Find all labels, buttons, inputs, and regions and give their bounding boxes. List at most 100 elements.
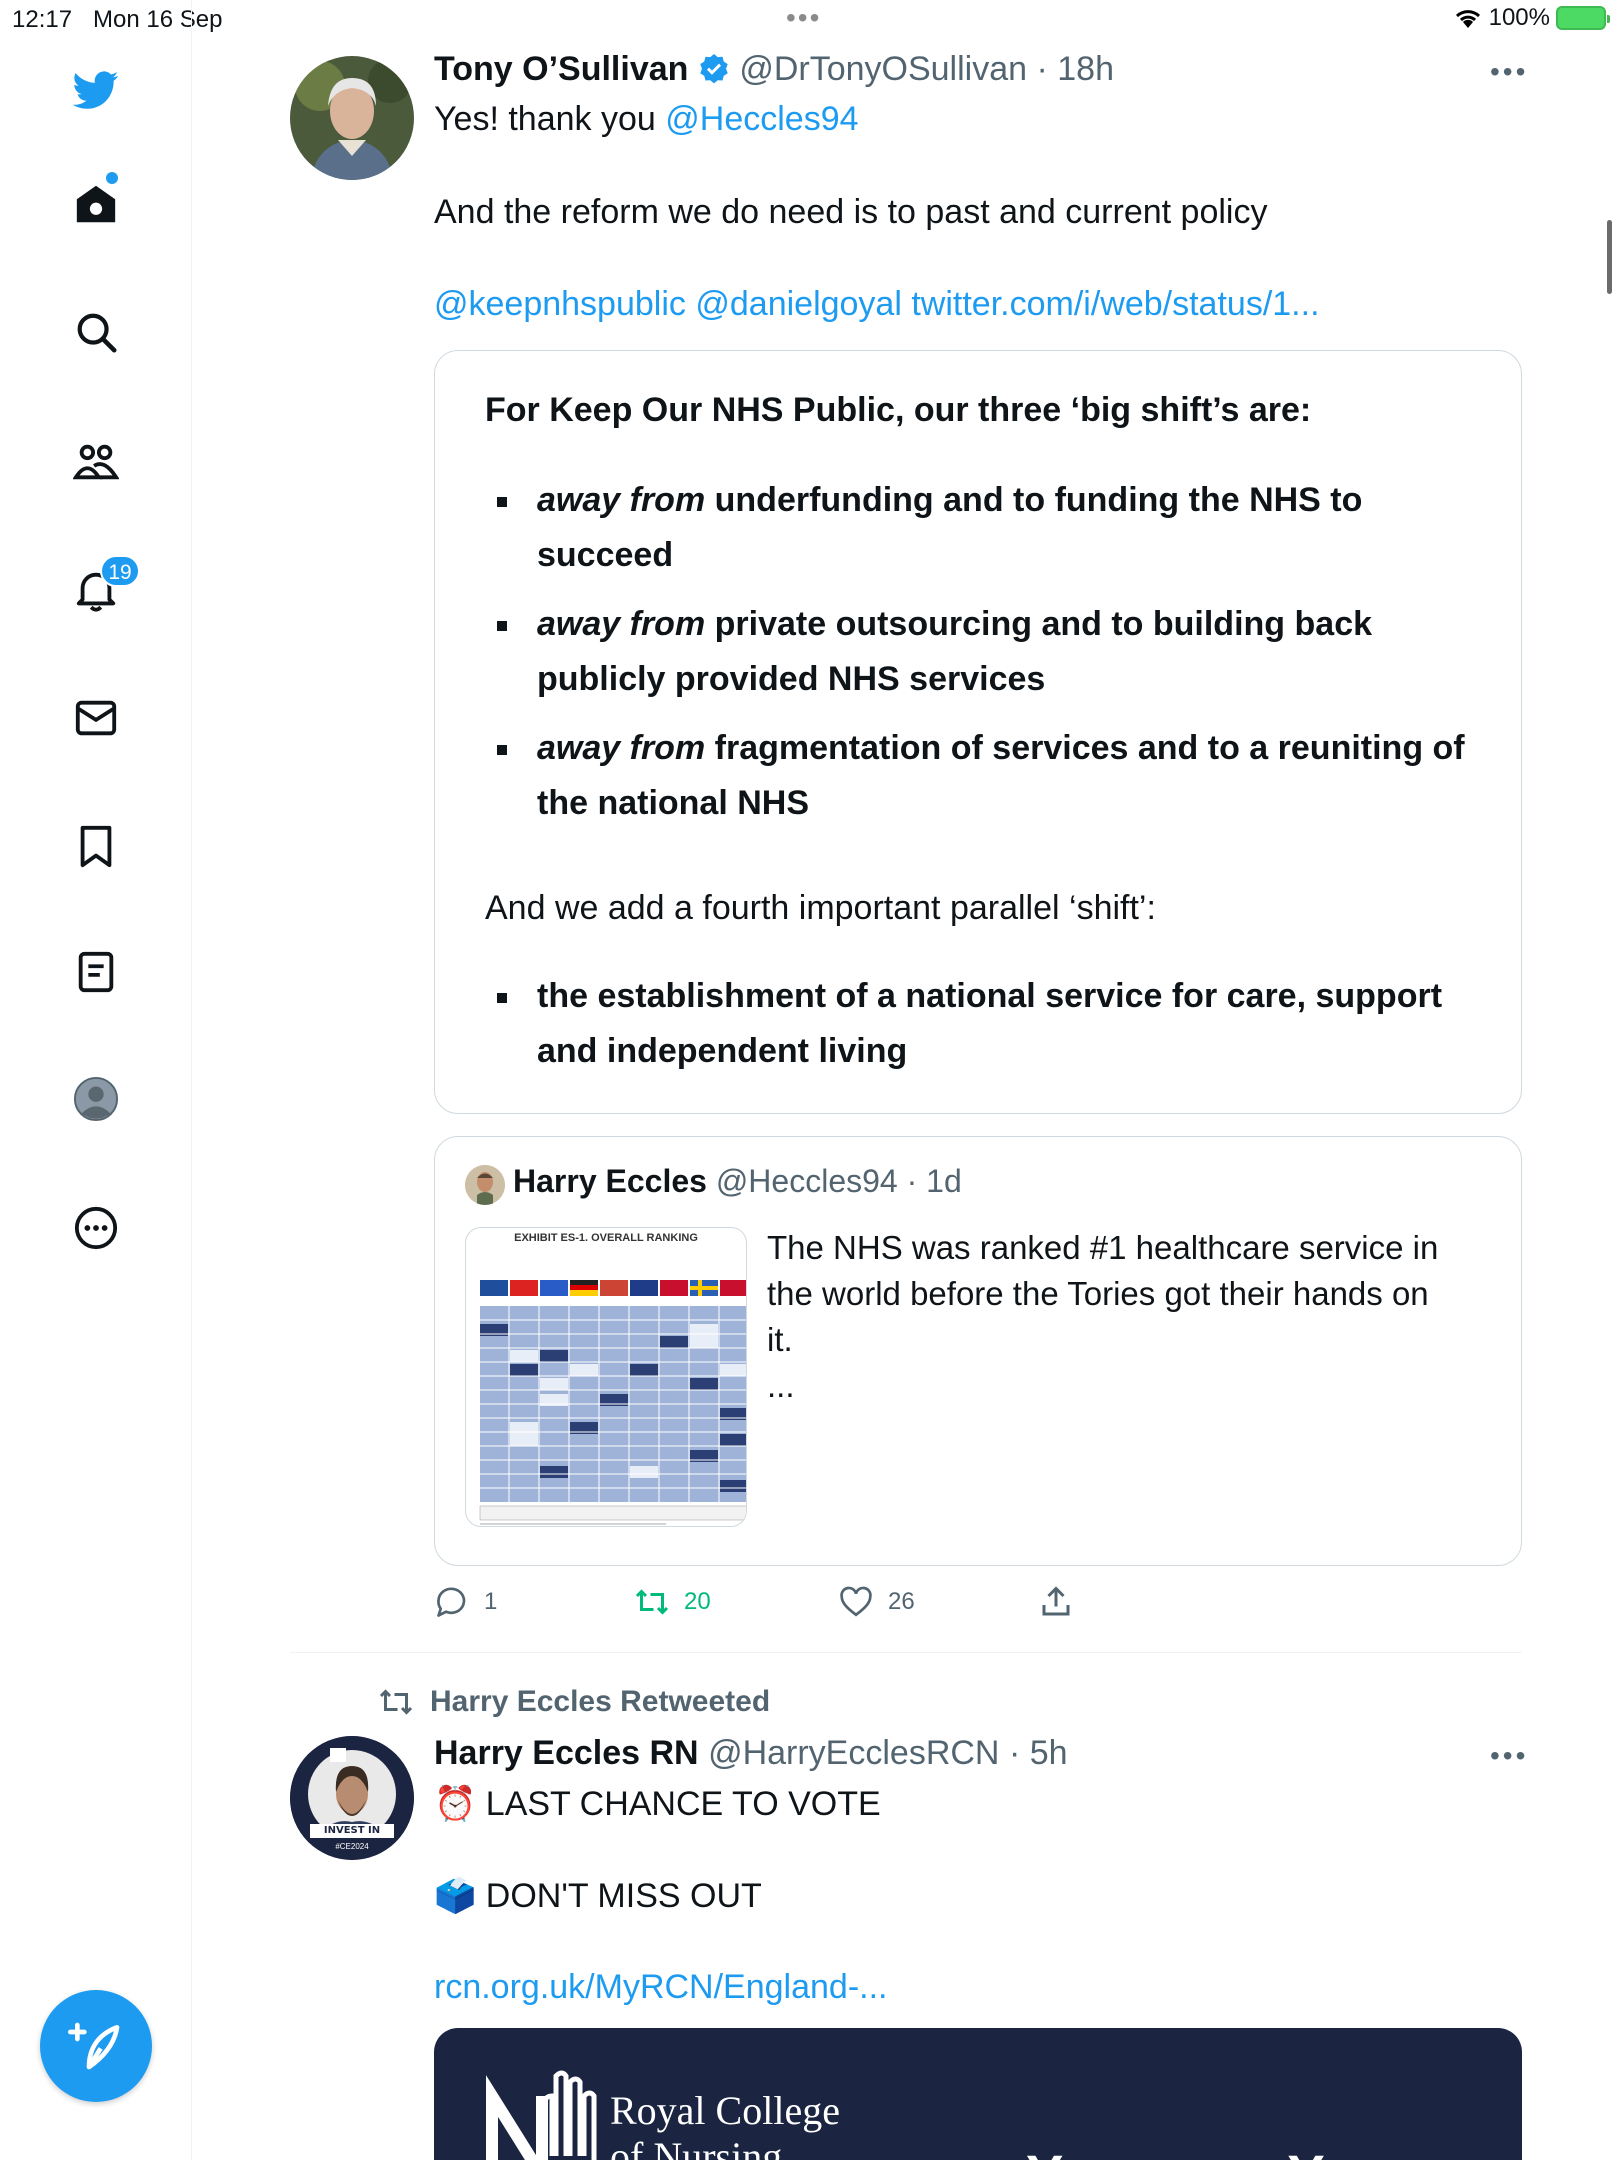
notifications-badge: 19 bbox=[100, 555, 140, 587]
quoted-text-line: it. bbox=[767, 1321, 793, 1358]
search-icon[interactable] bbox=[70, 306, 122, 358]
author-handle[interactable]: @DrTonyOSullivan bbox=[739, 50, 1027, 88]
reply-button[interactable]: 1 bbox=[434, 1584, 497, 1620]
retweeted-by-text: Harry Eccles Retweeted bbox=[430, 1685, 771, 1718]
bullet-text: the national NHS bbox=[537, 784, 810, 822]
quoted-time: · 1d bbox=[906, 1163, 962, 1199]
like-button[interactable]: 26 bbox=[838, 1584, 915, 1620]
like-count: 26 bbox=[888, 1588, 915, 1615]
retweet-button[interactable]: 20 bbox=[634, 1584, 711, 1620]
rcn-logo-icon bbox=[486, 2070, 597, 2160]
battery-icon bbox=[1556, 6, 1610, 30]
mention-link[interactable]: @Heccles94 bbox=[665, 100, 858, 138]
card-headline: Your pay. Your say. bbox=[1026, 2142, 1522, 2160]
tweet-header: Harry Eccles RN @HarryEcclesRCN · 5h bbox=[434, 1734, 1068, 1773]
twitter-logo-icon[interactable] bbox=[70, 64, 122, 116]
bullet-emphasis: away from bbox=[537, 729, 706, 767]
quoted-text-line: The NHS was ranked #1 healthcare service… bbox=[767, 1229, 1439, 1266]
scrollbar-thumb[interactable] bbox=[1607, 220, 1612, 294]
rcn-org-name: Royal College of Nursing bbox=[610, 2088, 840, 2160]
retweet-icon bbox=[379, 1689, 413, 1715]
org-line: of Nursing bbox=[610, 2134, 783, 2160]
status-right: 100% bbox=[1453, 4, 1610, 32]
rcn-link[interactable]: rcn.org.uk/MyRCN/England-... bbox=[434, 1968, 888, 2007]
tweet-links: @keepnhspublic @danielgoyal twitter.com/… bbox=[434, 285, 1320, 324]
reply-count: 1 bbox=[484, 1588, 498, 1615]
compose-feather-icon bbox=[68, 2022, 120, 2070]
bullet-marker bbox=[497, 621, 507, 631]
card-fourth-intro: And we add a fourth important parallel ‘… bbox=[485, 889, 1156, 927]
card-bullet: away from private outsourcing and to bui… bbox=[485, 597, 1485, 707]
quoted-header: Harry Eccles @Heccles94 · 1d bbox=[513, 1163, 962, 1200]
avatar[interactable] bbox=[290, 56, 414, 180]
heart-icon bbox=[840, 1586, 872, 1617]
communities-icon[interactable] bbox=[70, 436, 122, 488]
retweet-icon bbox=[635, 1589, 669, 1615]
share-icon bbox=[1042, 1586, 1070, 1616]
tweet-more-icon[interactable]: ••• bbox=[1490, 1740, 1528, 1772]
tweet-time[interactable]: · 18h bbox=[1037, 50, 1115, 88]
avatar[interactable] bbox=[465, 1165, 505, 1205]
tweet-more-icon[interactable]: ••• bbox=[1490, 56, 1528, 88]
bullet-marker bbox=[497, 745, 507, 755]
more-icon[interactable] bbox=[70, 1202, 122, 1254]
verified-badge-icon bbox=[700, 54, 728, 84]
tweet-text-line2: And the reform we do need is to past and… bbox=[434, 193, 1268, 231]
card-bullet: away from underfunding and to funding th… bbox=[485, 473, 1485, 583]
avatar-banner: INVEST IN NURSING bbox=[310, 1824, 394, 1850]
quoted-text: The NHS was ranked #1 healthcare service… bbox=[767, 1225, 1487, 1409]
sidebar-nav: 19 bbox=[0, 0, 192, 2160]
quoted-text-line: the world before the Tories got their ha… bbox=[767, 1275, 1429, 1312]
tweet-time[interactable]: · 5h bbox=[1009, 1734, 1068, 1772]
messages-icon[interactable] bbox=[70, 692, 122, 744]
bullet-text: fragmentation of services and to a reuni… bbox=[705, 729, 1465, 767]
tweet-text-line1: ⏰ LAST CHANCE TO VOTE bbox=[434, 1785, 881, 1823]
bullet-text: the establishment of a national service … bbox=[537, 977, 1443, 1015]
thumbnail-title: EXHIBIT ES-1. OVERALL RANKING bbox=[514, 1232, 698, 1244]
tweet-image-card[interactable]: For Keep Our NHS Public, our three ‘big … bbox=[434, 350, 1522, 1114]
quoted-tweet[interactable]: Harry Eccles @Heccles94 · 1d EXHIBIT ES-… bbox=[434, 1136, 1522, 1566]
retweeted-by-line[interactable]: Harry Eccles Retweeted bbox=[378, 1684, 770, 1720]
multitasking-dots-icon[interactable]: ••• bbox=[786, 2, 821, 34]
card-bullet: away from fragmentation of services and … bbox=[485, 721, 1485, 831]
tweet-divider bbox=[290, 1652, 1522, 1653]
author-name[interactable]: Harry Eccles RN bbox=[434, 1734, 699, 1772]
home-unread-dot bbox=[106, 172, 118, 184]
card-bullet: the establishment of a national service … bbox=[485, 969, 1485, 1079]
share-button[interactable] bbox=[1038, 1584, 1074, 1620]
tweet-actions: 1 20 26 bbox=[434, 1584, 1134, 1624]
quoted-image-thumbnail[interactable]: EXHIBIT ES-1. OVERALL RANKING bbox=[465, 1227, 747, 1527]
battery-percent: 100% bbox=[1488, 4, 1550, 31]
profile-icon[interactable] bbox=[70, 1073, 122, 1125]
author-name[interactable]: Tony O’Sullivan bbox=[434, 50, 688, 88]
compose-tweet-button[interactable] bbox=[40, 1990, 152, 2102]
bullet-text: and independent living bbox=[537, 1032, 908, 1070]
bookmarks-icon[interactable] bbox=[70, 820, 122, 872]
bullet-text: publicly provided NHS services bbox=[537, 660, 1046, 698]
avatar[interactable]: INVEST IN NURSING #CE2024 bbox=[290, 1736, 414, 1860]
quoted-text-line: ... bbox=[767, 1367, 795, 1404]
quoted-author-handle: @Heccles94 bbox=[715, 1163, 898, 1199]
bullet-marker bbox=[497, 993, 507, 1003]
bullet-emphasis: away from bbox=[537, 481, 706, 519]
status-url-link[interactable]: twitter.com/i/web/status/1... bbox=[911, 285, 1319, 323]
wifi-icon bbox=[1455, 10, 1480, 28]
mention-link[interactable]: @keepnhspublic bbox=[434, 285, 686, 323]
org-line: Royal College bbox=[610, 2088, 840, 2133]
mention-link[interactable]: @danielgoyal bbox=[695, 285, 902, 323]
bullet-text: succeed bbox=[537, 536, 674, 574]
link-preview-card[interactable]: Royal College of Nursing Your pay. Your … bbox=[434, 2028, 1522, 2160]
status-bar: 12:17 Mon 16 Sep ••• 100% bbox=[0, 0, 1620, 40]
quoted-author-name: Harry Eccles bbox=[513, 1163, 707, 1199]
home-icon[interactable] bbox=[70, 178, 122, 230]
bullet-marker bbox=[497, 497, 507, 507]
ranking-table-image bbox=[479, 1280, 746, 1525]
reply-icon bbox=[437, 1587, 466, 1617]
tweet-header: Tony O’Sullivan @DrTonyOSullivan · 18h bbox=[434, 50, 1114, 89]
bullet-text: underfunding and to funding the NHS to bbox=[705, 481, 1363, 519]
tweet-text: Yes! thank you bbox=[434, 100, 666, 138]
author-handle[interactable]: @HarryEcclesRCN bbox=[708, 1734, 999, 1772]
card-title: For Keep Our NHS Public, our three ‘big … bbox=[485, 391, 1312, 429]
lists-icon[interactable] bbox=[70, 946, 122, 998]
avatar-hashtag: #CE2024 bbox=[335, 1842, 369, 1851]
